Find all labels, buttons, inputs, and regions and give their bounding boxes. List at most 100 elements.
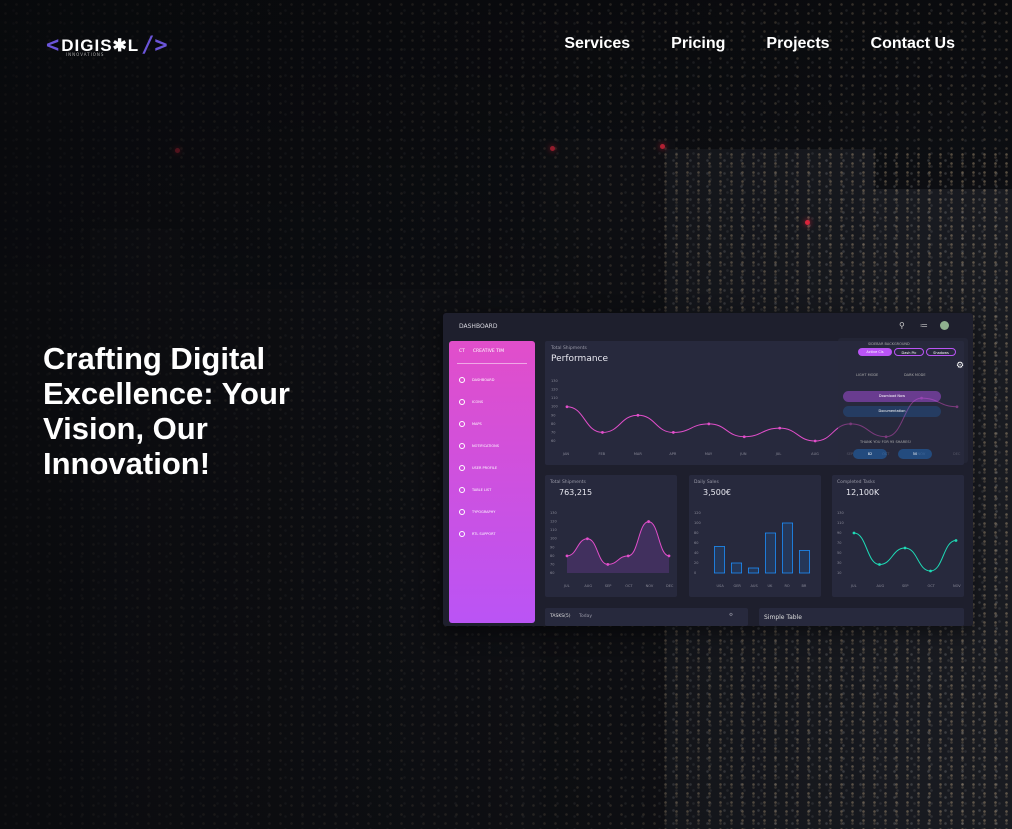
sidebar-item-label: DASHBOARD	[472, 378, 495, 382]
tasks-card: TASKS(5) Today ⚙	[545, 608, 748, 626]
sidebar-item: ICONS	[459, 399, 483, 405]
x-tick-label: AUG	[584, 584, 592, 588]
nav-projects[interactable]: Projects	[766, 35, 829, 53]
sidebar-item-label: NOTIFICATIONS	[472, 444, 499, 448]
y-tick-label: 100	[550, 537, 557, 541]
simple-table-title: Simple Table	[764, 614, 802, 621]
sidebar-item: TYPOGRAPHY	[459, 509, 495, 515]
dark-mode-label: DARK MODE	[904, 373, 926, 377]
puzzle-icon	[459, 487, 465, 493]
x-tick-label: SEP	[605, 584, 612, 588]
settings-panel: SIDEBAR BACKGROUND Active Cls Dash Pic S…	[838, 338, 968, 463]
data-point	[954, 539, 958, 542]
y-tick-label: 10	[837, 571, 841, 575]
nav-services[interactable]: Services	[564, 35, 630, 53]
sidebar-item: NOTIFICATIONS	[459, 443, 499, 449]
y-tick-label: 100	[694, 521, 701, 525]
sidebar-brand-short: CT	[459, 349, 465, 354]
completed-tasks-chart: 130 110 90 70 50 30 10 JUL AUG SEP OCT NOV	[837, 511, 961, 588]
x-tick-label: USA	[717, 584, 725, 588]
logo-right-bracket: />	[141, 33, 168, 58]
data-point	[586, 537, 589, 541]
data-point	[813, 439, 817, 443]
y-tick-label: 120	[551, 388, 558, 392]
sidebar-item-label: MAPS	[472, 422, 482, 426]
user-icon	[459, 465, 465, 471]
nav-contact-us[interactable]: Contact Us	[871, 35, 955, 53]
stat-card-shipments: Total Shipments 763,215 130 120 110 100 90 80…	[545, 475, 677, 597]
x-tick-label: NOV	[953, 584, 961, 588]
light-mode-label: LIGHT MODE	[856, 373, 879, 377]
data-point	[606, 563, 610, 566]
bell-icon	[459, 443, 465, 449]
stat-card-daily-sales: Daily Sales 3,500€ 120 100 80 60 40 20 0 USA GER…	[689, 475, 821, 597]
y-tick-label: 20	[694, 561, 698, 565]
data-point	[778, 426, 782, 430]
y-tick-label: 40	[694, 551, 698, 555]
y-tick-label: 50	[837, 551, 841, 555]
data-point	[565, 554, 569, 558]
dashboard-title: DASHBOARD	[459, 323, 498, 330]
avatar	[940, 321, 949, 330]
tasks-sub: Today	[579, 614, 593, 619]
bar	[765, 532, 777, 574]
x-tick-label: AUS	[751, 584, 759, 588]
x-tick-label: AUG	[811, 452, 819, 456]
share-twitter: 82	[853, 449, 887, 459]
sidebar-item: MAPS	[459, 421, 482, 427]
dashboard-preview-image: DASHBOARD ⚲ ≔ CT CREATIVE TIM DASHBOARD …	[443, 313, 973, 626]
y-tick-label: 60	[550, 571, 554, 575]
pin-icon	[459, 421, 465, 427]
area-fill	[567, 521, 669, 573]
sidebar-brand: CT CREATIVE TIM	[459, 349, 504, 354]
y-tick-label: 120	[694, 511, 701, 515]
sidebar-item-label: USER PROFILE	[472, 466, 498, 470]
settings-tab: Shadows	[926, 348, 956, 356]
sidebar-item: USER PROFILE	[459, 465, 497, 471]
data-point	[647, 520, 650, 523]
bar	[799, 550, 811, 574]
data-point	[903, 546, 907, 550]
dashboard-icon	[459, 377, 465, 383]
y-tick-label: 130	[551, 379, 558, 383]
align-icon	[459, 509, 465, 515]
logo-left-bracket: <	[46, 33, 60, 58]
x-tick-label: JUN	[739, 452, 747, 456]
logo[interactable]: < DIGIS✱L /> INNOVATIONS	[46, 33, 168, 58]
sidebar-item: TABLE LIST	[459, 487, 491, 493]
simple-table-card: Simple Table	[759, 608, 964, 626]
x-tick-label: GER	[734, 584, 742, 588]
globe-icon	[459, 531, 465, 537]
thanks-text: THANK YOU FOR 95 SHARES!	[860, 440, 911, 444]
sidebar-item-label: RTL SUPPORT	[472, 532, 496, 536]
x-tick-label: UK	[768, 584, 774, 588]
y-tick-label: 80	[551, 422, 555, 426]
data-point	[601, 431, 604, 434]
data-point	[929, 569, 932, 573]
x-tick-label: NOV	[646, 584, 654, 588]
x-tick-label: FEB	[598, 452, 605, 456]
logo-tagline: INNOVATIONS	[66, 52, 105, 57]
download-button: Download Now	[843, 391, 941, 402]
settings-gear-icon: ⚙	[956, 361, 965, 371]
documentation-button: Documentation	[843, 406, 941, 417]
data-point	[852, 531, 856, 535]
y-tick-label: 130	[550, 511, 557, 515]
bar	[713, 546, 725, 574]
x-tick-label: MAY	[705, 452, 713, 456]
x-tick-label: BR	[802, 584, 807, 588]
y-tick-label: 130	[837, 511, 844, 515]
y-tick-label: 100	[551, 405, 558, 409]
y-tick-label: 110	[551, 396, 558, 400]
bar	[731, 562, 743, 574]
x-tick-label: JUL	[775, 452, 782, 456]
data-point	[671, 431, 675, 434]
x-tick-label: DEC	[666, 584, 674, 588]
sidebar-divider	[457, 363, 527, 364]
x-tick-label: RO	[785, 584, 790, 588]
sidebar-brand-name: CREATIVE TIM	[472, 349, 505, 354]
x-tick-label: JUL	[850, 584, 857, 588]
settings-header: SIDEBAR BACKGROUND	[868, 342, 910, 346]
sidebar-item-label: ICONS	[472, 400, 484, 404]
nav-pricing[interactable]: Pricing	[671, 35, 725, 53]
